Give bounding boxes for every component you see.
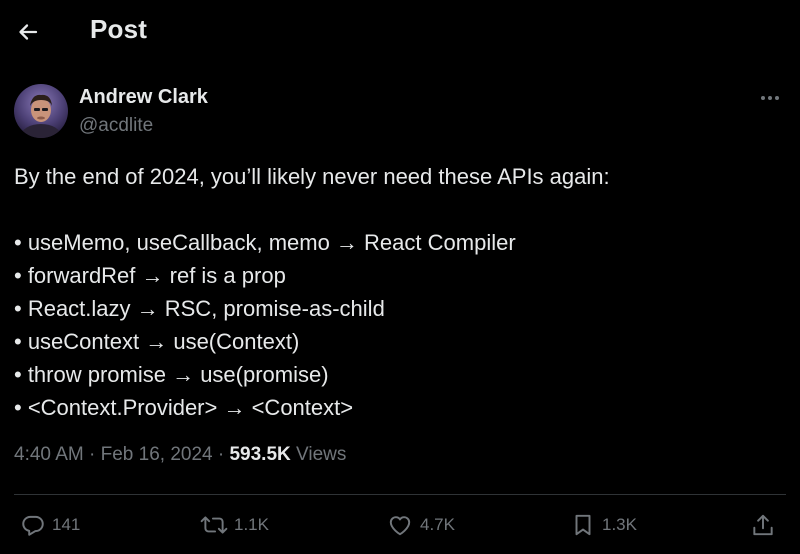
more-options-button[interactable] [756, 88, 784, 108]
meta-separator: · [83, 444, 101, 465]
repost-button[interactable]: 1.1K [200, 507, 269, 543]
post-line: By the end of 2024, you’ll likely never … [14, 164, 610, 189]
post-line: • <Context.Provider> → <Context> [14, 395, 354, 420]
more-horizontal-icon-dot [768, 96, 772, 100]
post-line: • useContext → use(Context) [14, 329, 300, 354]
author-name[interactable]: Andrew Clark [79, 86, 208, 109]
post-line: • throw promise → use(promise) [14, 362, 329, 387]
reply-icon [22, 515, 44, 536]
top-header: Post [0, 0, 800, 62]
views-label: Views [290, 444, 347, 465]
like-count: 4.7K [420, 515, 455, 534]
author-handle[interactable]: @acdlite [79, 115, 153, 137]
more-horizontal-icon-dot [775, 96, 779, 100]
avatar-image [14, 84, 68, 138]
post-line: • forwardRef → ref is a prop [14, 263, 286, 288]
reply-count: 141 [52, 515, 81, 534]
bookmark-icon [575, 514, 591, 536]
avatar[interactable] [14, 84, 68, 138]
page-title: Post [90, 14, 148, 44]
share-button[interactable] [750, 507, 776, 543]
heart-icon [389, 516, 411, 536]
bookmark-button[interactable]: 1.3K [570, 507, 637, 543]
more-horizontal-icon [761, 96, 765, 100]
like-button[interactable]: 4.7K [386, 507, 455, 543]
views-count[interactable]: 593.5K [229, 444, 290, 465]
arrow-left-icon [19, 24, 38, 40]
action-bar: 141 1.1K 4.7K 1.3K [14, 507, 786, 543]
divider [14, 494, 786, 495]
reply-button[interactable]: 141 [20, 507, 80, 543]
post-meta: 4:40 AM · Feb 16, 2024 · 593.5K Views [14, 444, 346, 466]
post-line-blank [14, 193, 784, 226]
post-author: Andrew Clark @acdlite [14, 84, 786, 140]
bookmark-count: 1.3K [602, 515, 637, 534]
repost-count: 1.1K [234, 515, 269, 534]
post-line: • React.lazy → RSC, promise-as-child [14, 296, 385, 321]
post-date[interactable]: Feb 16, 2024 [101, 444, 213, 465]
post-line: • useMemo, useCallback, memo → React Com… [14, 230, 516, 255]
post-text: By the end of 2024, you’ll likely never … [14, 160, 784, 424]
share-icon [753, 514, 773, 536]
meta-separator: · [212, 444, 230, 465]
back-button[interactable] [14, 18, 42, 46]
post-time[interactable]: 4:40 AM [14, 444, 84, 465]
repost-icon [200, 516, 228, 534]
